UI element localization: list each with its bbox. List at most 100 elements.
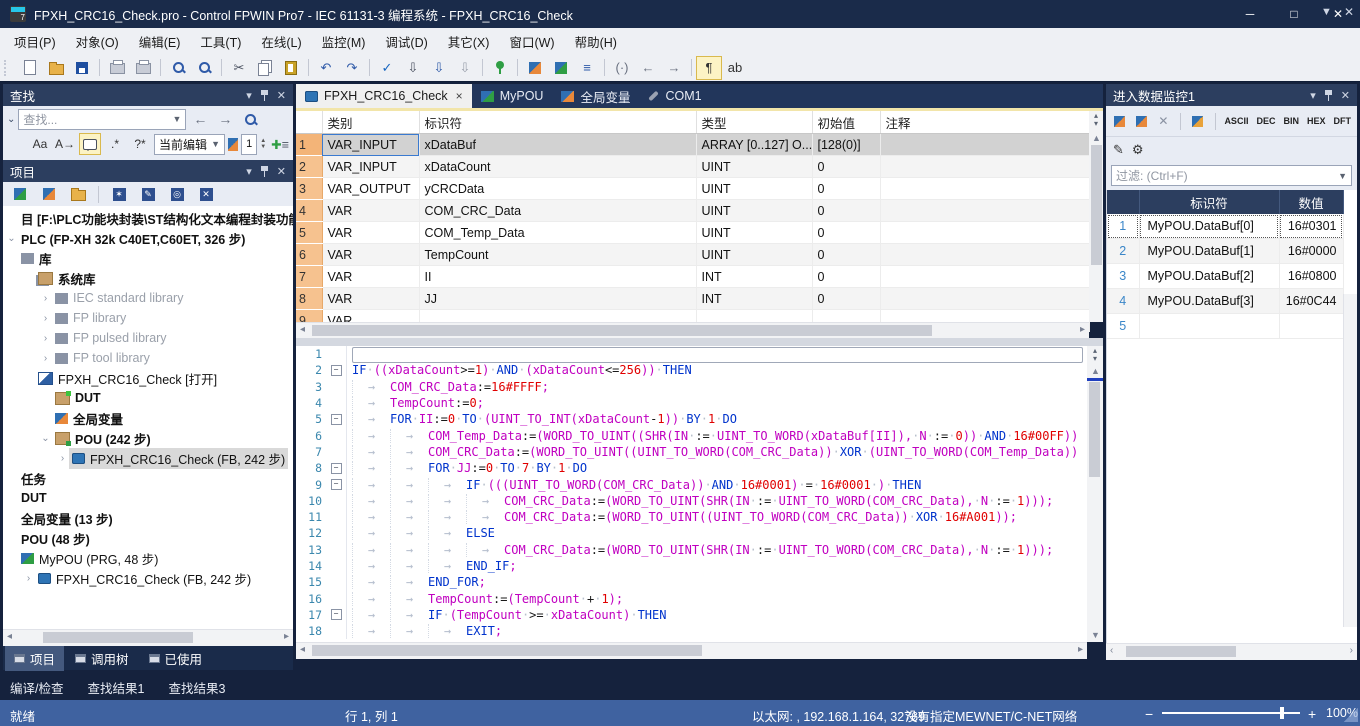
table-cell[interactable]: UINT: [696, 244, 812, 266]
code-line[interactable]: 2−IF·((xDataCount>=1)·AND·(xDataCount<=2…: [296, 362, 1087, 378]
row-number[interactable]: 3: [1107, 264, 1139, 289]
row-number[interactable]: 1: [1107, 214, 1139, 239]
search-input[interactable]: 查找... ▼: [18, 109, 186, 130]
code-line[interactable]: 13→→→→COM_CRC_Data:=(WORD_TO_UINT(SHR(IN…: [296, 542, 1087, 558]
download-changed-button[interactable]: ⇩: [452, 56, 478, 80]
new-document-button[interactable]: [17, 56, 43, 80]
table-cell[interactable]: 0: [812, 156, 880, 178]
table-cell[interactable]: VAR: [322, 244, 419, 266]
monitor-value-cell[interactable]: 16#0301: [1279, 214, 1343, 239]
download-all-button[interactable]: ⇩: [426, 56, 452, 80]
table-cell[interactable]: TempCount: [419, 244, 696, 266]
search-scope-select[interactable]: 当前编辑 ▼: [154, 134, 225, 155]
table-cell[interactable]: II: [419, 266, 696, 288]
tree-expander-icon[interactable]: ›: [39, 353, 52, 364]
monitor-identifier-cell[interactable]: MyPOU.DataBuf[3]: [1139, 289, 1279, 314]
table-cell[interactable]: COM_CRC_Data: [419, 200, 696, 222]
table-row[interactable]: 6VARTempCountUINT0: [296, 244, 1089, 266]
monitor-object-button[interactable]: ◎: [164, 182, 190, 206]
format-ascii-button[interactable]: ASCII: [1223, 114, 1249, 128]
menu-item[interactable]: 监控(M): [312, 28, 376, 55]
splitter-handle-icon[interactable]: ▴▾: [1089, 347, 1101, 363]
navigate-back-button[interactable]: ←: [635, 56, 661, 80]
table-row[interactable]: 1VAR_INPUTxDataBufARRAY [0..127] O...[12…: [296, 134, 1089, 156]
menu-item[interactable]: 帮助(H): [565, 28, 627, 55]
code-line[interactable]: 4→TempCount:=0;: [296, 395, 1087, 411]
document-tab-MyPOU[interactable]: MyPOU: [472, 84, 553, 108]
menu-item[interactable]: 工具(T): [190, 28, 251, 55]
code-line[interactable]: 10→→→→COM_CRC_Data:=(WORD_TO_UINT(SHR(IN…: [296, 493, 1087, 509]
table-cell[interactable]: VAR: [322, 288, 419, 310]
row-number[interactable]: 6: [296, 244, 322, 266]
find-in-pages-button[interactable]: [191, 56, 217, 80]
table-row[interactable]: 8VARJJINT0: [296, 288, 1089, 310]
row-number[interactable]: 2: [1107, 239, 1139, 264]
table-cell[interactable]: [880, 222, 1089, 244]
cascade-windows-button[interactable]: [1189, 109, 1207, 133]
tree-item[interactable]: POU (48 步): [3, 528, 293, 548]
table-cell[interactable]: xDataCount: [419, 156, 696, 178]
format-dft-button[interactable]: DFT: [1332, 114, 1352, 128]
monitor-row[interactable]: 2MyPOU.DataBuf[1]16#0000: [1107, 239, 1343, 264]
monitor-hscrollbar[interactable]: ‹ ›: [1106, 643, 1357, 660]
table-cell[interactable]: 0: [812, 288, 880, 310]
tree-expander-icon[interactable]: ›: [22, 573, 35, 584]
tab-close-icon[interactable]: ✕: [1344, 5, 1354, 19]
code-line[interactable]: 15→→END_FOR;: [296, 574, 1087, 590]
monitor-identifier-cell[interactable]: MyPOU.DataBuf[2]: [1139, 264, 1279, 289]
zoom-slider[interactable]: [1162, 712, 1300, 714]
tree-expander-icon[interactable]: ›: [39, 333, 52, 344]
table-cell[interactable]: 0: [812, 178, 880, 200]
close-panel-icon[interactable]: ✕: [277, 89, 286, 102]
menu-item[interactable]: 编辑(E): [129, 28, 191, 55]
zoom-in-button[interactable]: +: [1308, 706, 1316, 722]
document-tab-全局变量[interactable]: 全局变量: [552, 84, 639, 108]
find-previous-button[interactable]: ←: [189, 108, 211, 130]
zoom-out-button[interactable]: −: [1145, 706, 1153, 722]
whole-word-button[interactable]: A→: [54, 133, 76, 155]
code-line[interactable]: 7→→COM_CRC_Data:=(WORD_TO_UINT((UINT_TO_…: [296, 444, 1087, 460]
table-row[interactable]: 7VARIIINT0: [296, 266, 1089, 288]
editor-hscrollbar[interactable]: ◂ ▸: [296, 642, 1087, 659]
navigate-forward-button[interactable]: →: [661, 56, 687, 80]
table-cell[interactable]: VAR: [322, 200, 419, 222]
table-cell[interactable]: [880, 200, 1089, 222]
code-line[interactable]: 1: [296, 346, 1087, 362]
search-count-field[interactable]: 1: [241, 134, 257, 155]
code-line[interactable]: 3→COM_CRC_Data:=16#FFFF;: [296, 379, 1087, 395]
menu-item[interactable]: 调试(D): [375, 28, 437, 55]
tree-expander-icon[interactable]: ⌄: [39, 433, 52, 444]
monitor-row[interactable]: 1MyPOU.DataBuf[0]16#0301: [1107, 214, 1343, 239]
fold-toggle-icon[interactable]: −: [331, 463, 342, 474]
table-cell[interactable]: [880, 156, 1089, 178]
project-hscrollbar[interactable]: ◂ ▸: [3, 629, 293, 646]
monitor-value-cell[interactable]: [1279, 314, 1343, 339]
save-project-button[interactable]: [69, 56, 95, 80]
resize-grip[interactable]: [1344, 708, 1358, 722]
code-line[interactable]: 5−→FOR·II:=0·TO·(UINT_TO_INT(xDataCount-…: [296, 411, 1087, 427]
find-button[interactable]: [165, 56, 191, 80]
copy-button[interactable]: [252, 56, 278, 80]
compile-button[interactable]: ✓: [374, 56, 400, 80]
table-cell[interactable]: [880, 134, 1089, 156]
table-cell[interactable]: 0: [812, 222, 880, 244]
row-number[interactable]: 1: [296, 134, 322, 156]
tree-expander-icon[interactable]: ⌄: [5, 233, 18, 244]
table-cell[interactable]: xDataBuf: [419, 134, 696, 156]
menu-item[interactable]: 其它(X): [438, 28, 500, 55]
edit-object-button[interactable]: ✎: [135, 182, 161, 206]
wildcard-button[interactable]: ?*: [129, 133, 151, 155]
insert-dut-button[interactable]: [36, 182, 62, 206]
zoom-slider-thumb[interactable]: [1280, 707, 1284, 719]
insert-fb-button[interactable]: [548, 56, 574, 80]
tree-item[interactable]: ›FPXH_CRC16_Check (FB, 242 步): [3, 568, 293, 588]
format-source-button[interactable]: ≡: [574, 56, 600, 80]
row-number[interactable]: 5: [1107, 314, 1139, 339]
close-tab-icon[interactable]: ×: [456, 89, 463, 103]
dropdown-arrow-icon[interactable]: ▼: [1338, 171, 1347, 181]
maximize-button[interactable]: □: [1272, 0, 1316, 28]
format-bin-button[interactable]: BIN: [1282, 114, 1300, 128]
tree-expander-icon[interactable]: ›: [56, 453, 69, 464]
regex-button[interactable]: .*: [104, 133, 126, 155]
code-line[interactable]: 18→→→EXIT;: [296, 623, 1087, 639]
